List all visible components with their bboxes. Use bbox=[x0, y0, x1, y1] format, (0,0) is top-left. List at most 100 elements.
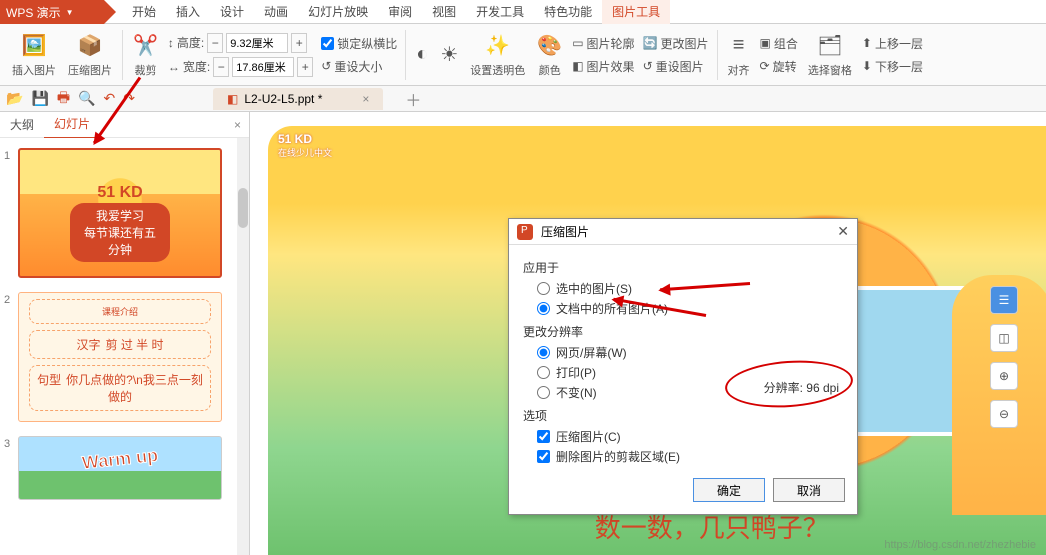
effect-icon: ◧ bbox=[572, 59, 583, 73]
tab-view[interactable]: 视图 bbox=[422, 0, 466, 24]
slide2-juxing: 句型 你几点做的?\n我三点一刻做的 bbox=[29, 365, 211, 411]
tool-menu-icon[interactable]: ☰ bbox=[990, 286, 1018, 314]
arrange-group: ▣组合 ⟳旋转 bbox=[760, 34, 798, 76]
insert-pic-button[interactable]: 🖼️插入图片 bbox=[6, 27, 62, 83]
lock-ratio-check[interactable]: 锁定纵横比 bbox=[321, 34, 397, 53]
document-tab[interactable]: ◧ L2-U2-L5.ppt * × bbox=[213, 88, 383, 110]
slide2-title: 课程介绍 bbox=[29, 299, 211, 324]
tab-dev[interactable]: 开发工具 bbox=[466, 0, 534, 24]
floating-toolbar: ☰ ◫ ⊕ ⊖ bbox=[990, 286, 1018, 428]
opt-all-pics[interactable]: 文档中的所有图片(A) bbox=[537, 300, 843, 317]
arrows-v-icon: ↕ bbox=[168, 36, 174, 50]
color-button[interactable]: 🎨颜色 bbox=[531, 27, 568, 83]
close-panel-icon[interactable]: × bbox=[234, 118, 241, 132]
group-icon: ▣ bbox=[760, 36, 771, 50]
new-doc-button[interactable]: ＋ bbox=[405, 87, 421, 111]
app-dropdown-icon: ▼ bbox=[66, 8, 74, 17]
thumbnail-scrollbar[interactable] bbox=[237, 138, 249, 555]
slide-thumb-2[interactable]: 课程介绍 汉字 剪 过 半 时 句型 你几点做的?\n我三点一刻做的 bbox=[18, 292, 222, 422]
opt-compress[interactable]: 压缩图片(C) bbox=[537, 428, 843, 445]
width-inc[interactable]: + bbox=[297, 57, 313, 77]
ribbon: 🖼️插入图片 📦压缩图片 ✂️裁剪 ↕ 高度: − + ↔ 宽度: − + 锁定… bbox=[0, 24, 1046, 86]
group-res-label: 更改分辨率 bbox=[523, 323, 843, 340]
pic-outline-button[interactable]: ▭图片轮廓 bbox=[572, 34, 634, 53]
tab-insert[interactable]: 插入 bbox=[166, 0, 210, 24]
tool-zoom-out-icon[interactable]: ⊖ bbox=[990, 400, 1018, 428]
align-icon: ≡ bbox=[733, 32, 745, 60]
reset-pic-button[interactable]: ↺重设图片 bbox=[643, 57, 709, 76]
crop-button[interactable]: ✂️裁剪 bbox=[127, 27, 164, 83]
save-icon[interactable]: 💾 bbox=[31, 90, 48, 107]
set-transparent-button[interactable]: ✨设置透明色 bbox=[464, 27, 531, 83]
open-icon[interactable]: 📂 bbox=[6, 90, 23, 107]
undo-icon[interactable]: ↶ bbox=[104, 90, 116, 107]
pic-effect-button[interactable]: ◧图片效果 bbox=[572, 57, 634, 76]
slide-thumb-1[interactable]: 我爱学习每节课还有五分钟 bbox=[18, 148, 222, 278]
pic-style-group: ▭图片轮廓 ◧图片效果 bbox=[572, 34, 634, 76]
width-label: 宽度: bbox=[183, 58, 210, 75]
document-name: L2-U2-L5.ppt * bbox=[244, 92, 322, 106]
slide-number: 1 bbox=[4, 148, 18, 278]
palette-icon: 🎨 bbox=[537, 32, 562, 60]
opt-web-screen[interactable]: 网页/屏幕(W) bbox=[537, 344, 843, 361]
tab-design[interactable]: 设计 bbox=[210, 0, 254, 24]
tool-layers-icon[interactable]: ◫ bbox=[990, 324, 1018, 352]
combine-button[interactable]: ▣组合 bbox=[760, 34, 798, 53]
quick-access-bar: 📂 💾 🖶 🔍 ↶ ↷ ◧ L2-U2-L5.ppt * × ＋ bbox=[0, 86, 1046, 112]
cancel-button[interactable]: 取消 bbox=[773, 478, 845, 502]
tab-review[interactable]: 审阅 bbox=[378, 0, 422, 24]
brightness-icon: ◐ bbox=[416, 41, 428, 69]
slide2-hanzi: 汉字 剪 过 半 时 bbox=[29, 330, 211, 359]
pane-icon: 🗂 bbox=[817, 32, 842, 60]
reset-icon: ↺ bbox=[321, 59, 331, 73]
tab-picture-tools[interactable]: 图片工具 bbox=[602, 0, 670, 24]
doc-type-icon: ◧ bbox=[227, 92, 238, 106]
tool-zoom-in-icon[interactable]: ⊕ bbox=[990, 362, 1018, 390]
reset-size-button[interactable]: ↺重设大小 bbox=[321, 57, 397, 76]
slide3-warmup: Warm up bbox=[81, 445, 159, 474]
slide-panel-tabs: 大纲 幻灯片 × bbox=[0, 112, 249, 138]
contrast-icon: ☀ bbox=[440, 41, 458, 69]
group-apply-label: 应用于 bbox=[523, 259, 843, 276]
dialog-titlebar[interactable]: 压缩图片 ✕ bbox=[509, 219, 857, 245]
title-bar: WPS 演示 ▼ 开始 插入 设计 动画 幻灯片放映 审阅 视图 开发工具 特色… bbox=[0, 0, 1046, 24]
preview-icon[interactable]: 🔍 bbox=[78, 90, 95, 107]
brightness-button[interactable]: ◐ bbox=[410, 27, 434, 83]
move-up-button[interactable]: ⬆上移一层 bbox=[862, 34, 923, 53]
align-button[interactable]: ≡对齐 bbox=[722, 27, 756, 83]
slides-tab[interactable]: 幻灯片 bbox=[44, 111, 100, 139]
print-icon[interactable]: 🖶 bbox=[57, 87, 70, 111]
select-pane-button[interactable]: 🗂选择窗格 bbox=[802, 27, 858, 83]
dialog-buttons: 确定 取消 bbox=[509, 472, 857, 514]
close-doc-icon[interactable]: × bbox=[362, 92, 369, 106]
opt-delcrop[interactable]: 删除图片的剪裁区域(E) bbox=[537, 448, 843, 465]
wand-icon: ✨ bbox=[485, 32, 510, 60]
ok-button[interactable]: 确定 bbox=[693, 478, 765, 502]
outline-tab[interactable]: 大纲 bbox=[0, 112, 44, 138]
height-inc[interactable]: + bbox=[291, 33, 307, 53]
image-icon: 🖼️ bbox=[22, 32, 47, 60]
dialog-close-icon[interactable]: ✕ bbox=[837, 223, 849, 240]
slide1-subtitle: 我爱学习每节课还有五分钟 bbox=[70, 203, 170, 262]
tab-slideshow[interactable]: 幻灯片放映 bbox=[298, 0, 378, 24]
change-pic-button[interactable]: 🔄更改图片 bbox=[643, 34, 709, 53]
height-input[interactable] bbox=[226, 33, 288, 53]
compress-dialog: 压缩图片 ✕ 应用于 选中的图片(S) 文档中的所有图片(A) 更改分辨率 网页… bbox=[508, 218, 858, 515]
layer-group: ⬆上移一层 ⬇下移一层 bbox=[862, 34, 923, 76]
height-dec[interactable]: − bbox=[207, 33, 223, 53]
compress-pic-button[interactable]: 📦压缩图片 bbox=[62, 27, 118, 83]
width-input[interactable] bbox=[232, 57, 294, 77]
menu-tabs: 开始 插入 设计 动画 幻灯片放映 审阅 视图 开发工具 特色功能 图片工具 bbox=[122, 0, 670, 23]
width-row: ↔ 宽度: − + bbox=[168, 57, 313, 77]
width-dec[interactable]: − bbox=[213, 57, 229, 77]
slide-thumb-3[interactable]: Warm up bbox=[18, 436, 222, 500]
thumb-row-1: 1 我爱学习每节课还有五分钟 bbox=[4, 148, 241, 278]
contrast-button[interactable]: ☀ bbox=[434, 27, 464, 83]
pic-change-group: 🔄更改图片 ↺重设图片 bbox=[643, 34, 709, 76]
tab-feature[interactable]: 特色功能 bbox=[534, 0, 602, 24]
rotate-button[interactable]: ⟳旋转 bbox=[760, 57, 798, 76]
tab-home[interactable]: 开始 bbox=[122, 0, 166, 24]
app-logo[interactable]: WPS 演示 ▼ bbox=[0, 0, 104, 24]
move-down-button[interactable]: ⬇下移一层 bbox=[862, 57, 923, 76]
tab-anim[interactable]: 动画 bbox=[254, 0, 298, 24]
